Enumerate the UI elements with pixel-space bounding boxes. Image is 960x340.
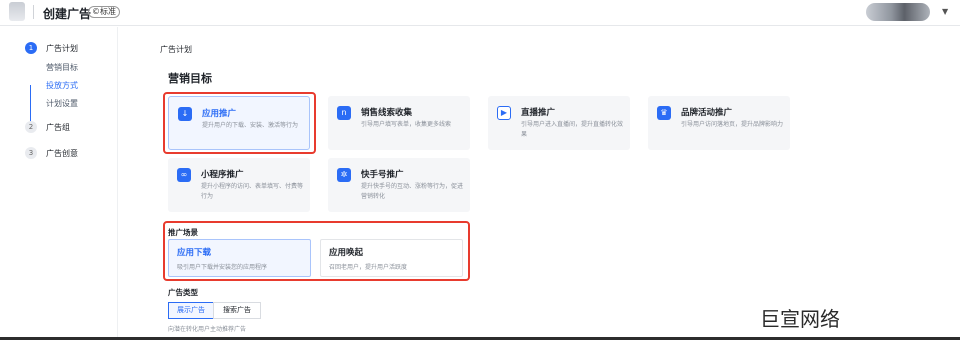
sub-item-settings[interactable]: 计划设置	[46, 98, 78, 109]
ad-type-label: 广告类型	[168, 288, 198, 297]
section-title: 广告计划	[160, 45, 192, 54]
sub-item-delivery[interactable]: 投放方式	[46, 80, 78, 91]
goal-title-text: 销售线索收集	[361, 108, 413, 118]
goal-card-miniprogram[interactable]: ∞ 小程序推广 提升小程序的访问、表单填写、付费等行为	[168, 158, 310, 212]
ad-type-hint: 向潜在转化用户主动推荐广告	[168, 326, 247, 333]
form-icon: n	[337, 106, 351, 120]
goal-desc: 提升小程序的访问、表单填写、付费等行为	[201, 183, 304, 200]
goal-desc: 引导用户进入直播间，提升直播转化效果	[521, 121, 624, 138]
goal-card-lead-collection[interactable]: n 销售线索收集 引导用户填写表单，收集更多线索	[328, 96, 470, 150]
highlight-box	[163, 221, 470, 281]
top-bar: 创建广告 ©标准 ▼	[0, 0, 960, 26]
goal-desc: 提升快手号的互动、涨粉等行为，促进营销转化	[361, 183, 464, 200]
tab-display-ad[interactable]: 展示广告	[168, 302, 214, 319]
chevron-down-icon[interactable]: ▼	[942, 7, 948, 16]
edition-badge: ©标准	[88, 6, 120, 18]
brand-icon: ♛	[657, 106, 671, 120]
goal-title-text: 小程序推广	[201, 170, 244, 180]
account-avatar[interactable]	[866, 3, 930, 21]
goal-card-brand[interactable]: ♛ 品牌活动推广 引导用户访问落地页，提升品牌影响力	[648, 96, 790, 150]
goal-card-live[interactable]: ▶ 直播推广 引导用户进入直播间，提升直播转化效果	[488, 96, 630, 150]
miniprogram-icon: ∞	[177, 168, 191, 182]
sub-item-goal[interactable]: 营销目标	[46, 62, 78, 73]
kuaishou-icon: ✲	[337, 168, 351, 182]
step-number: 3	[25, 147, 37, 159]
goal-desc: 引导用户访问落地页，提升品牌影响力	[681, 121, 784, 128]
goal-desc: 引导用户填写表单，收集更多线索	[361, 121, 452, 128]
step-label: 广告组	[46, 123, 70, 132]
live-icon: ▶	[497, 106, 511, 120]
goal-title-text: 品牌活动推广	[681, 108, 733, 118]
step-number: 2	[25, 121, 37, 133]
divider	[33, 5, 34, 19]
goal-title-text: 快手号推广	[361, 170, 404, 180]
goal-card-kuaishou[interactable]: ✲ 快手号推广 提升快手号的互动、涨粉等行为，促进营销转化	[328, 158, 470, 212]
app-logo	[9, 2, 25, 21]
highlight-box	[163, 92, 316, 154]
step-sidebar: 1 广告计划 营销目标 投放方式 计划设置 2 广告组 3 广告创意	[0, 27, 118, 340]
step-label: 广告计划	[46, 44, 78, 53]
watermark: 巨宣网络	[760, 307, 840, 331]
goal-title-text: 直播推广	[521, 108, 556, 118]
step-number: 1	[25, 42, 37, 54]
goal-title: 营销目标	[168, 72, 212, 85]
page-title: 创建广告	[43, 7, 92, 21]
tab-search-ad[interactable]: 搜索广告	[213, 302, 261, 319]
step-label: 广告创意	[46, 149, 78, 158]
